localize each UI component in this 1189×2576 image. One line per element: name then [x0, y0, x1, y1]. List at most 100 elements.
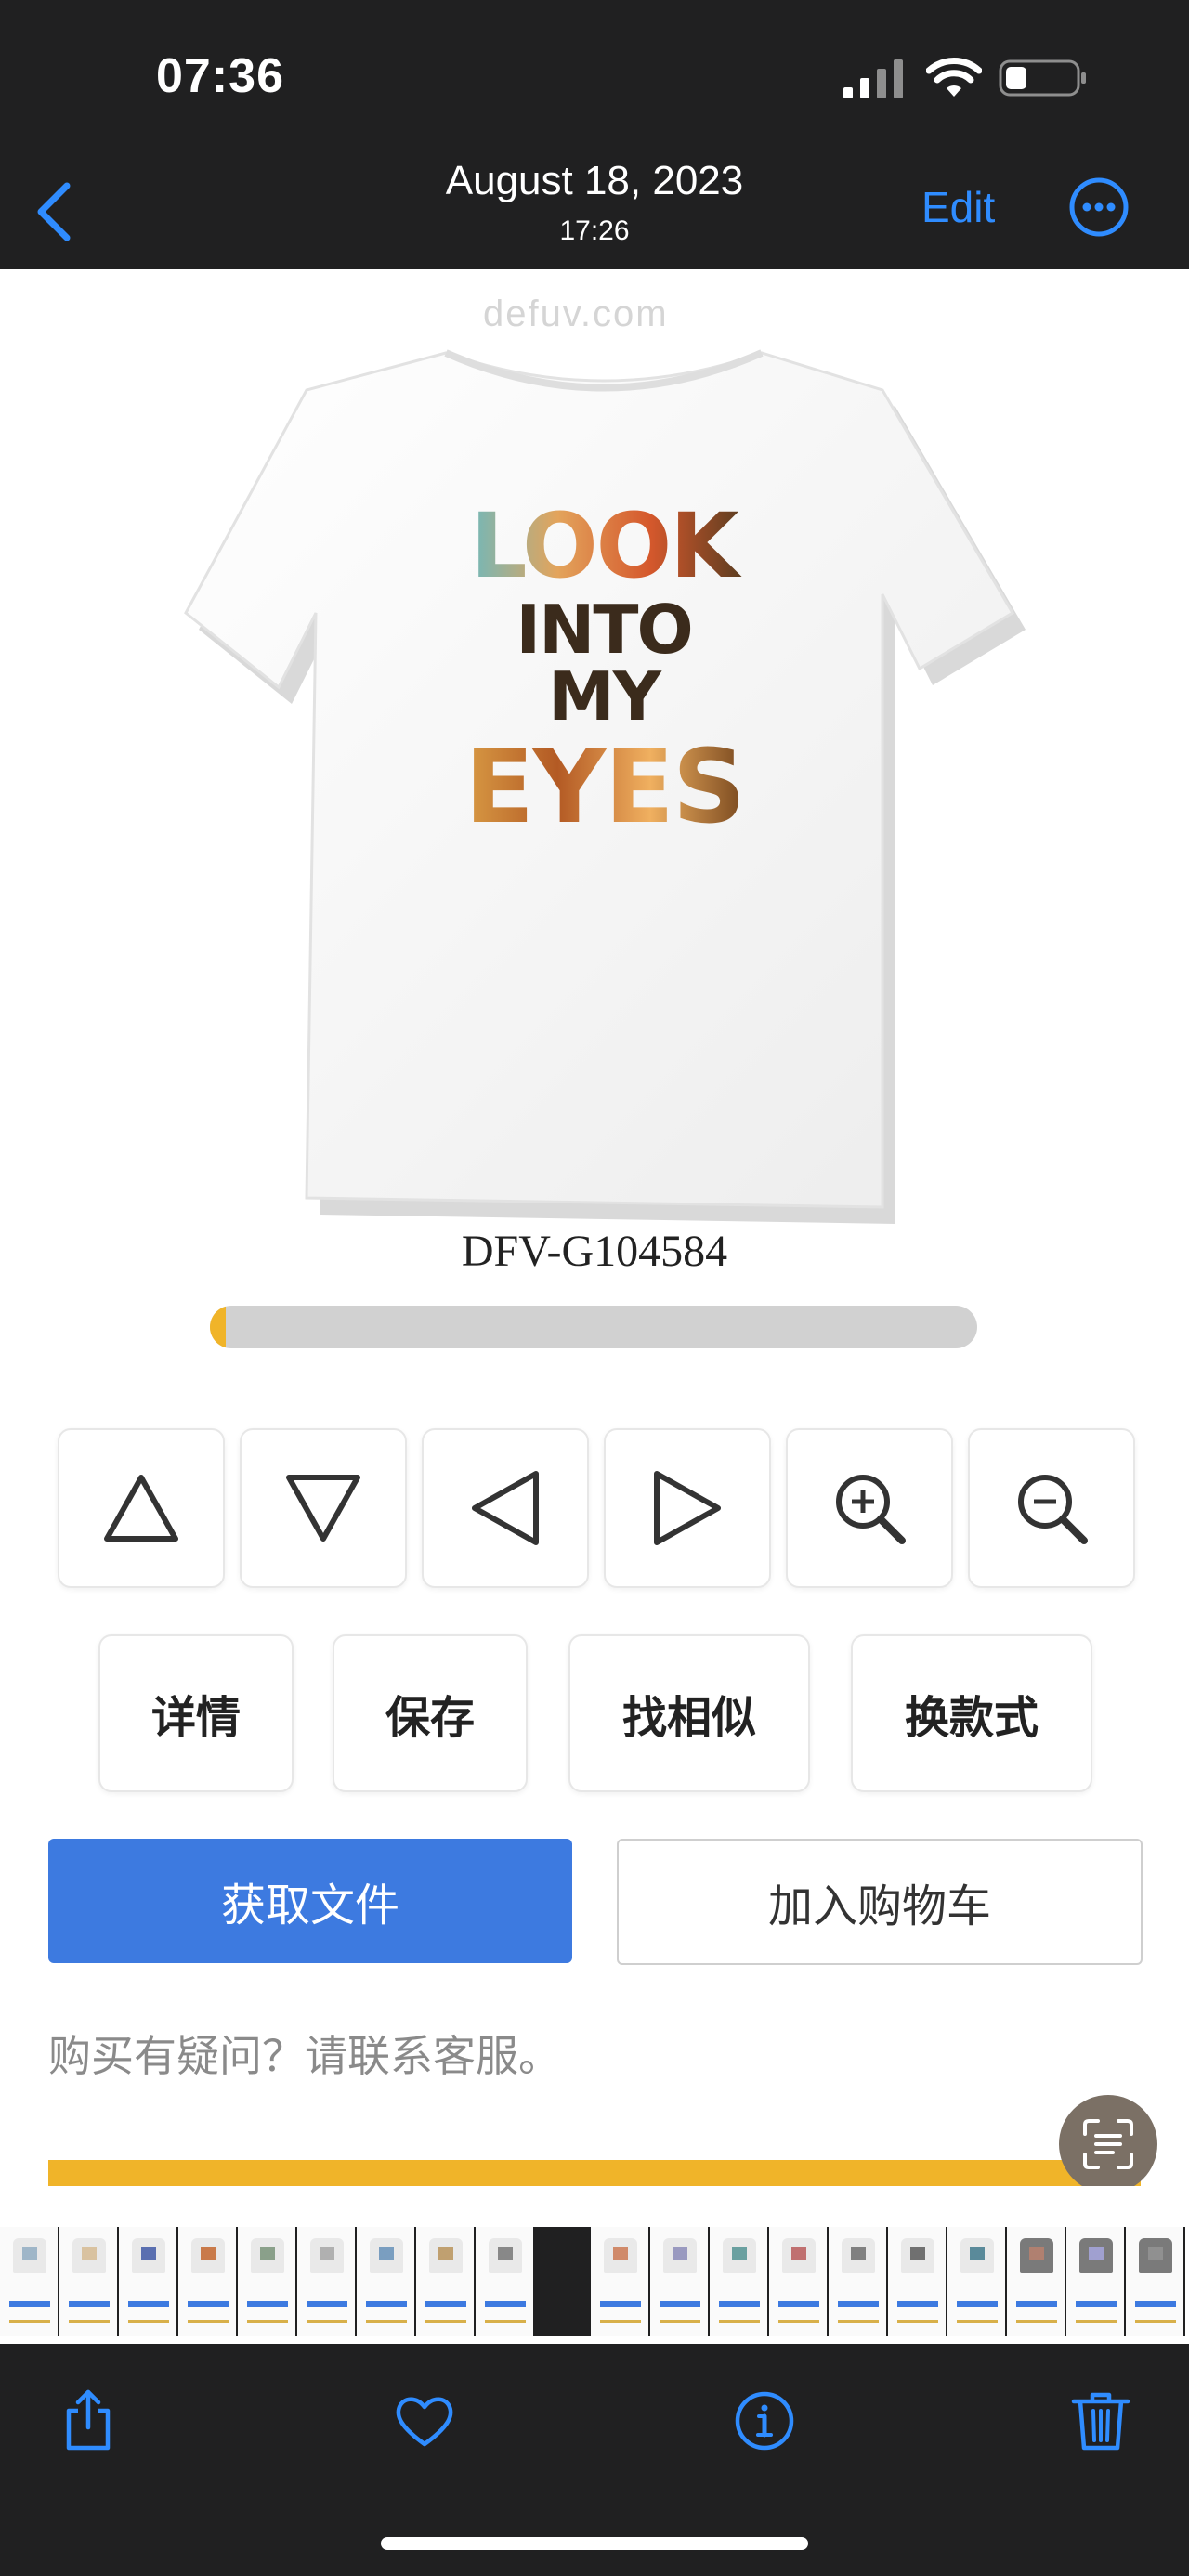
zoom-out-button[interactable] — [968, 1428, 1135, 1588]
details-button[interactable]: 详情 — [98, 1634, 294, 1792]
shirt-text-line-2: INTO MY — [516, 591, 693, 735]
thumbnail-banner-mark — [1135, 2320, 1176, 2323]
thumbnail-banner-mark — [247, 2320, 288, 2323]
thumbnail-banner-mark — [366, 2320, 407, 2323]
battery-icon — [999, 59, 1086, 97]
thumbnail-item[interactable] — [1007, 2227, 1066, 2336]
thumbnail-banner-mark — [128, 2320, 169, 2323]
thumbnail-strip[interactable] — [0, 2227, 1189, 2336]
thumbnail-item[interactable] — [829, 2227, 888, 2336]
thumbnail-button-mark — [366, 2301, 407, 2307]
thumbnail-button-mark — [838, 2301, 879, 2307]
move-right-button[interactable] — [604, 1428, 771, 1588]
info-icon[interactable] — [732, 2388, 797, 2453]
thumbnail-banner-mark — [838, 2320, 879, 2323]
thumbnail-graphic — [1029, 2247, 1044, 2260]
thumbnail-graphic — [201, 2247, 216, 2260]
thumbnail-banner-mark — [9, 2320, 50, 2323]
thumbnail-button-mark — [307, 2301, 347, 2307]
thumbnail-item[interactable] — [888, 2227, 947, 2336]
back-chevron-icon[interactable] — [32, 182, 76, 241]
thumbnail-button-mark — [897, 2301, 938, 2307]
thumbnail-button-mark — [1016, 2301, 1057, 2307]
thumbnail-graphic — [498, 2247, 513, 2260]
thumbnail-button-mark — [425, 2301, 466, 2307]
thumbnail-button-mark — [660, 2301, 700, 2307]
thumbnail-graphic — [851, 2247, 866, 2260]
wifi-icon — [926, 58, 982, 97]
move-down-button[interactable] — [240, 1428, 407, 1588]
thumbnail-banner-mark — [660, 2320, 700, 2323]
thumbnail-item[interactable] — [416, 2227, 476, 2336]
zoom-in-icon — [836, 1475, 906, 1544]
thumbnail-button-mark — [188, 2301, 229, 2307]
help-text: 购买有疑问？请联系客服。 — [48, 2031, 561, 2081]
thumbnail-button-mark — [778, 2301, 819, 2307]
thumbnail-item[interactable] — [0, 2227, 59, 2336]
status-time: 07:36 — [156, 49, 284, 103]
heart-icon[interactable] — [392, 2388, 457, 2453]
move-up-button[interactable] — [58, 1428, 225, 1588]
thumbnail-item[interactable] — [357, 2227, 416, 2336]
thumbnail-item[interactable] — [591, 2227, 650, 2336]
thumbnail-banner-mark — [425, 2320, 466, 2323]
more-options-icon[interactable] — [1068, 176, 1130, 238]
thumbnail-button-mark — [1135, 2301, 1176, 2307]
live-text-icon — [1083, 2119, 1133, 2169]
thumbnail-button-mark — [719, 2301, 760, 2307]
edit-button[interactable]: Edit — [921, 182, 995, 232]
photo-date: August 18, 2023 — [445, 158, 744, 203]
thumbnail-banner-mark — [600, 2320, 641, 2323]
thumbnail-item[interactable] — [59, 2227, 119, 2336]
thumbnail-graphic — [910, 2247, 925, 2260]
thumbnail-item[interactable] — [119, 2227, 178, 2336]
trash-icon[interactable] — [1068, 2388, 1133, 2453]
find-similar-button[interactable]: 找相似 — [568, 1634, 810, 1792]
thumbnail-graphic — [438, 2247, 453, 2260]
thumbnail-item[interactable] — [1066, 2227, 1126, 2336]
thumbnail-graphic — [1148, 2247, 1163, 2260]
thumbnail-button-mark — [9, 2301, 50, 2307]
thumbnail-graphic — [82, 2247, 97, 2260]
thumbnail-item[interactable] — [476, 2227, 535, 2336]
thumbnail-banner-mark — [1016, 2320, 1057, 2323]
progress-bar — [210, 1306, 977, 1348]
thumbnail-graphic — [320, 2247, 334, 2260]
thumbnail-button-mark — [600, 2301, 641, 2307]
live-text-button[interactable] — [1059, 2095, 1157, 2193]
thumbnail-item[interactable] — [238, 2227, 297, 2336]
thumbnail-graphic — [260, 2247, 275, 2260]
get-file-button[interactable]: 获取文件 — [48, 1839, 572, 1963]
thumbnail-button-mark — [485, 2301, 526, 2307]
thumbnail-banner-mark — [188, 2320, 229, 2323]
thumbnail-item[interactable] — [710, 2227, 769, 2336]
thumbnail-item[interactable] — [297, 2227, 357, 2336]
move-left-button[interactable] — [422, 1428, 589, 1588]
triangle-down-icon — [286, 1475, 360, 1542]
add-to-cart-button[interactable]: 加入购物车 — [617, 1839, 1143, 1965]
shirt-graphic: LOOK INTO MY EYES — [464, 501, 746, 838]
thumbnail-item[interactable] — [650, 2227, 710, 2336]
thumbnail-graphic — [141, 2247, 156, 2260]
thumbnail-banner-mark — [1076, 2320, 1117, 2323]
photo-time: 17:26 — [559, 215, 630, 246]
thumbnail-button-mark — [69, 2301, 110, 2307]
share-icon[interactable] — [56, 2388, 121, 2453]
product-code: DFV-G104584 — [461, 1227, 728, 1276]
orange-banner-edge — [48, 2160, 1141, 2186]
thumbnail-item[interactable] — [1126, 2227, 1185, 2336]
save-button[interactable]: 保存 — [333, 1634, 528, 1792]
thumbnail-button-mark — [247, 2301, 288, 2307]
thumbnail-graphic — [970, 2247, 985, 2260]
thumbnail-graphic — [22, 2247, 37, 2260]
watermark-text: defuv.com — [483, 293, 669, 334]
zoom-in-button[interactable] — [786, 1428, 953, 1588]
thumbnail-gap — [535, 2227, 563, 2336]
thumbnail-graphic — [732, 2247, 747, 2260]
thumbnail-item[interactable] — [769, 2227, 829, 2336]
change-style-button[interactable]: 换款式 — [851, 1634, 1092, 1792]
thumbnail-item[interactable] — [947, 2227, 1007, 2336]
thumbnail-button-mark — [128, 2301, 169, 2307]
thumbnail-item[interactable] — [178, 2227, 238, 2336]
triangle-left-icon — [472, 1471, 539, 1545]
